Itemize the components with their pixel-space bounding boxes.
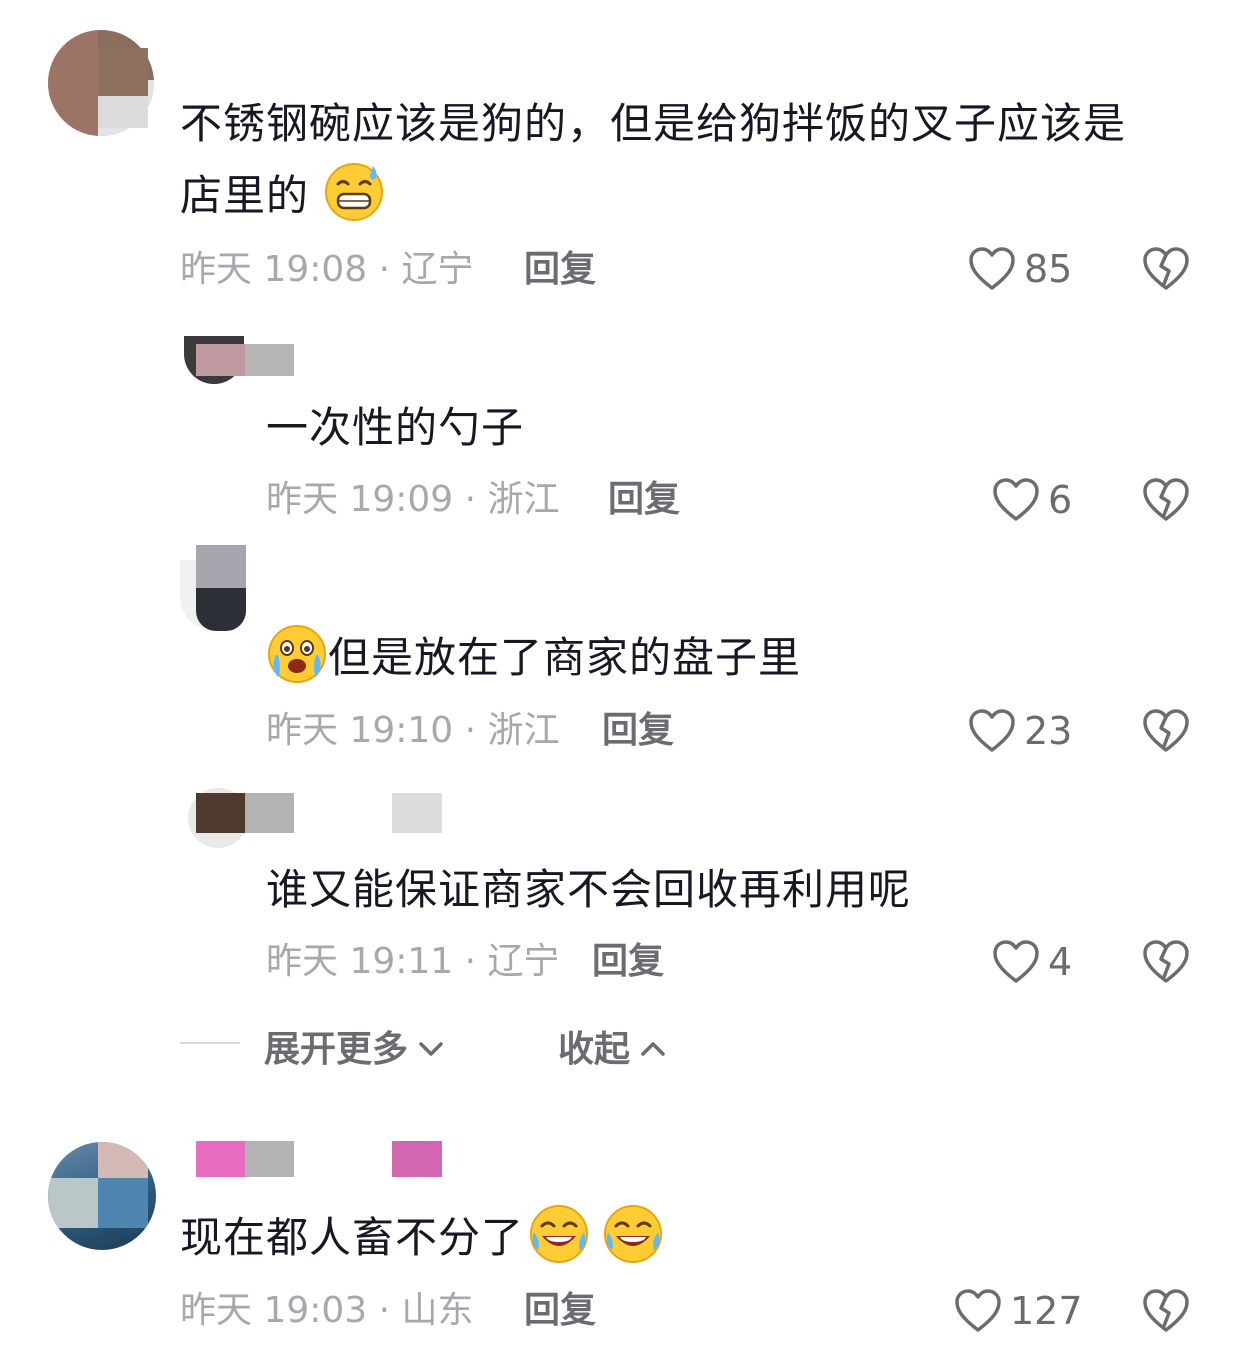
comment-text-segment: 但是放在了商家的盘子里 (328, 633, 802, 682)
laughing-tears-emoji-icon (602, 1202, 664, 1264)
like-count: 4 (1048, 940, 1073, 984)
comment-meta: 昨天 19:08 · 辽宁 (180, 249, 474, 290)
reply-button[interactable]: 回复 (524, 1289, 596, 1333)
username-redacted[interactable] (196, 344, 294, 376)
username-redacted[interactable] (196, 545, 246, 631)
heart-icon (992, 477, 1040, 523)
laughing-tears-emoji-icon (528, 1202, 590, 1264)
comment-text: 不锈钢碗应该是狗的，但是给狗拌饭的叉子应该是 店里的 (180, 88, 1126, 232)
collapse-button[interactable]: 收起 (558, 1020, 666, 1072)
thread-controls: 展开更多 收起 (180, 1020, 700, 1070)
like-button[interactable]: 4 (992, 939, 1072, 985)
comment-text-segment: 现在都人畜不分了 (180, 1213, 525, 1262)
broken-heart-icon (1142, 939, 1190, 985)
broken-heart-icon (1142, 708, 1190, 754)
chevron-down-icon (418, 1026, 444, 1067)
comment-meta: 昨天 19:10 · 浙江 (266, 710, 560, 751)
broken-heart-icon (1142, 477, 1190, 523)
comment-text: 现在都人畜不分了 (180, 1202, 664, 1274)
comment-text-line: 不锈钢碗应该是狗的，但是给狗拌饭的叉子应该是 (180, 99, 1127, 148)
comment-meta: 昨天 19:09 · 浙江 (266, 479, 560, 520)
username-redacted[interactable] (196, 793, 442, 833)
like-button[interactable]: 23 (968, 708, 1072, 754)
crying-emoji-icon (266, 622, 328, 684)
dislike-button[interactable] (1142, 708, 1190, 754)
sweat-grin-emoji-icon (323, 160, 385, 222)
like-button[interactable]: 127 (954, 1288, 1083, 1334)
comment-list: 不锈钢碗应该是狗的，但是给狗拌饭的叉子应该是 店里的 昨天 19:08 · 辽宁… (0, 0, 1242, 1350)
like-count: 6 (1048, 478, 1073, 522)
comment-text: 谁又能保证商家不会回收再利用呢 (266, 865, 912, 914)
dislike-button[interactable] (1142, 477, 1190, 523)
comment-text: 但是放在了商家的盘子里 (266, 622, 801, 694)
like-button[interactable]: 85 (968, 246, 1072, 292)
dislike-button[interactable] (1142, 246, 1190, 292)
comment-meta: 昨天 19:11 · 辽宁 (266, 941, 560, 982)
dislike-button[interactable] (1142, 1288, 1190, 1334)
avatar[interactable] (48, 1142, 156, 1250)
heart-icon (968, 708, 1016, 754)
chevron-up-icon (640, 1026, 666, 1067)
like-count: 127 (1010, 1289, 1083, 1333)
username-redacted[interactable] (196, 1141, 442, 1177)
collapse-label: 收起 (558, 1029, 631, 1070)
heart-icon (968, 246, 1016, 292)
comment-text: 一次性的勺子 (266, 403, 525, 452)
divider (180, 1042, 240, 1044)
expand-more-button[interactable]: 展开更多 (264, 1020, 444, 1072)
broken-heart-icon (1142, 246, 1190, 292)
reply-button[interactable]: 回复 (592, 940, 664, 984)
expand-more-label: 展开更多 (264, 1029, 409, 1070)
username-redacted[interactable] (98, 48, 148, 128)
reply-button[interactable]: 回复 (608, 478, 680, 522)
dislike-button[interactable] (1142, 939, 1190, 985)
reply-button[interactable]: 回复 (524, 248, 596, 292)
like-count: 23 (1024, 709, 1073, 753)
comment-text-segment: 店里的 (180, 171, 310, 220)
comment-meta: 昨天 19:03 · 山东 (180, 1290, 474, 1331)
comment-text-line: 店里的 (180, 160, 1126, 232)
like-count: 85 (1024, 247, 1073, 291)
heart-icon (992, 939, 1040, 985)
like-button[interactable]: 6 (992, 477, 1072, 523)
broken-heart-icon (1142, 1288, 1190, 1334)
heart-icon (954, 1288, 1002, 1334)
reply-button[interactable]: 回复 (602, 709, 674, 753)
